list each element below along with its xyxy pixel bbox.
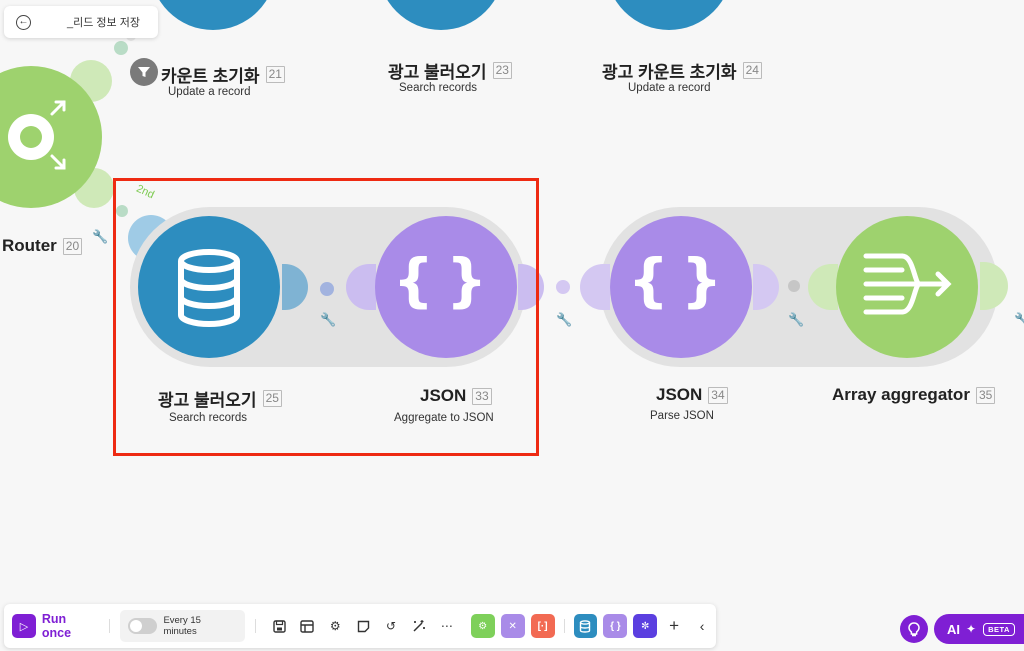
connector-dot[interactable] (788, 280, 800, 292)
sparkle-icon: ✦ (966, 622, 977, 636)
schedule-control[interactable]: Every 15 minutes (119, 610, 245, 642)
arrow-left-icon: ← (16, 14, 31, 30)
auto-align-icon[interactable] (408, 615, 430, 637)
wrench-icon[interactable]: 🔧 (92, 229, 108, 245)
schedule-toggle[interactable] (127, 618, 158, 634)
beta-badge: BETA (983, 622, 1015, 636)
notes-icon[interactable] (352, 615, 374, 637)
back-to-scenario-button[interactable]: ← _리드 정보 저장 (4, 6, 158, 38)
module-21-circle[interactable] (150, 0, 276, 30)
module-23-subtitle: Search records (399, 82, 477, 94)
json-module-icon[interactable]: { } (603, 614, 628, 638)
aggregator-icon (863, 253, 952, 315)
module-35-title: Array aggregator 35 (832, 385, 996, 405)
module-35-output-bump (980, 262, 1008, 310)
more-options-icon[interactable]: ⋯ (436, 615, 458, 637)
module-21-title: 카운트 초기화 21 (161, 62, 285, 87)
module-number-badge: 20 (62, 237, 83, 255)
toolbar-divider (563, 619, 565, 633)
play-icon: ▷ (12, 614, 36, 638)
module-34-input-bump (580, 264, 610, 310)
scenario-toolbar: ▷ Run once Every 15 minutes ⚙ ↺ ⋯ ⚙ ✕ [·… (4, 604, 716, 648)
module-24-subtitle: Update a record (628, 82, 711, 94)
filter-icon[interactable] (130, 58, 158, 86)
ai-assistant-button[interactable]: AI ✦ BETA (934, 614, 1024, 644)
back-chip-label: _리드 정보 저장 (67, 17, 140, 29)
text-parser-module-icon[interactable]: [·] (530, 614, 555, 638)
wrench-icon[interactable]: 🔧 (556, 312, 572, 328)
json-braces-icon: {} (627, 246, 735, 314)
router-title: Router 20 (2, 236, 83, 256)
router-arrows-icon (50, 100, 66, 170)
add-module-icon[interactable]: + (663, 615, 685, 637)
flow-control-module-icon[interactable]: ✕ (500, 614, 525, 638)
module-23-circle[interactable] (378, 0, 504, 30)
toolbar-divider (254, 619, 256, 633)
module-number-badge: 34 (708, 386, 728, 404)
run-once-label: Run once (41, 612, 72, 640)
data-structures-icon[interactable] (296, 615, 318, 637)
run-once-button[interactable]: ▷ Run once (12, 612, 99, 640)
module-34-title: JSON 34 (656, 385, 728, 405)
undo-icon[interactable]: ↺ (380, 615, 402, 637)
module-23-title: 광고 불러오기 23 (388, 58, 512, 83)
ai-label: AI (947, 621, 960, 637)
module-number-badge: 35 (975, 386, 996, 404)
connector-dot (114, 41, 128, 55)
scenario-canvas[interactable]: ← _리드 정보 저장 카운트 초기화 21 Update a record 광고… (0, 0, 1024, 651)
selection-highlight-box (113, 178, 539, 456)
module-number-badge: 24 (742, 62, 762, 79)
lightbulb-hint-button[interactable] (900, 615, 928, 643)
toolbar-divider (108, 619, 110, 633)
module-number-badge: 21 (265, 66, 285, 83)
tools-module-icon[interactable]: ⚙ (470, 614, 495, 638)
module-34-subtitle: Parse JSON (650, 410, 714, 422)
module-34[interactable]: {} (610, 216, 752, 358)
module-24-circle[interactable] (606, 0, 732, 30)
datastore-module-icon[interactable] (573, 614, 598, 638)
connector-dot[interactable] (556, 280, 570, 294)
module-number-badge: 23 (492, 62, 512, 79)
module-24-title: 광고 카운트 초기화 24 (602, 58, 762, 83)
module-21-subtitle: Update a record (168, 86, 251, 98)
wrench-icon[interactable]: 🔧 (788, 312, 804, 328)
module-35[interactable] (836, 216, 978, 358)
openai-module-icon[interactable]: ✼ (633, 614, 658, 638)
save-icon[interactable] (269, 615, 291, 637)
settings-gear-icon[interactable]: ⚙ (324, 615, 346, 637)
schedule-label: Every 15 minutes (163, 615, 201, 637)
collapse-toolbar-icon[interactable]: ‹ (691, 615, 713, 637)
wrench-icon[interactable]: 🔧 (1014, 312, 1024, 328)
